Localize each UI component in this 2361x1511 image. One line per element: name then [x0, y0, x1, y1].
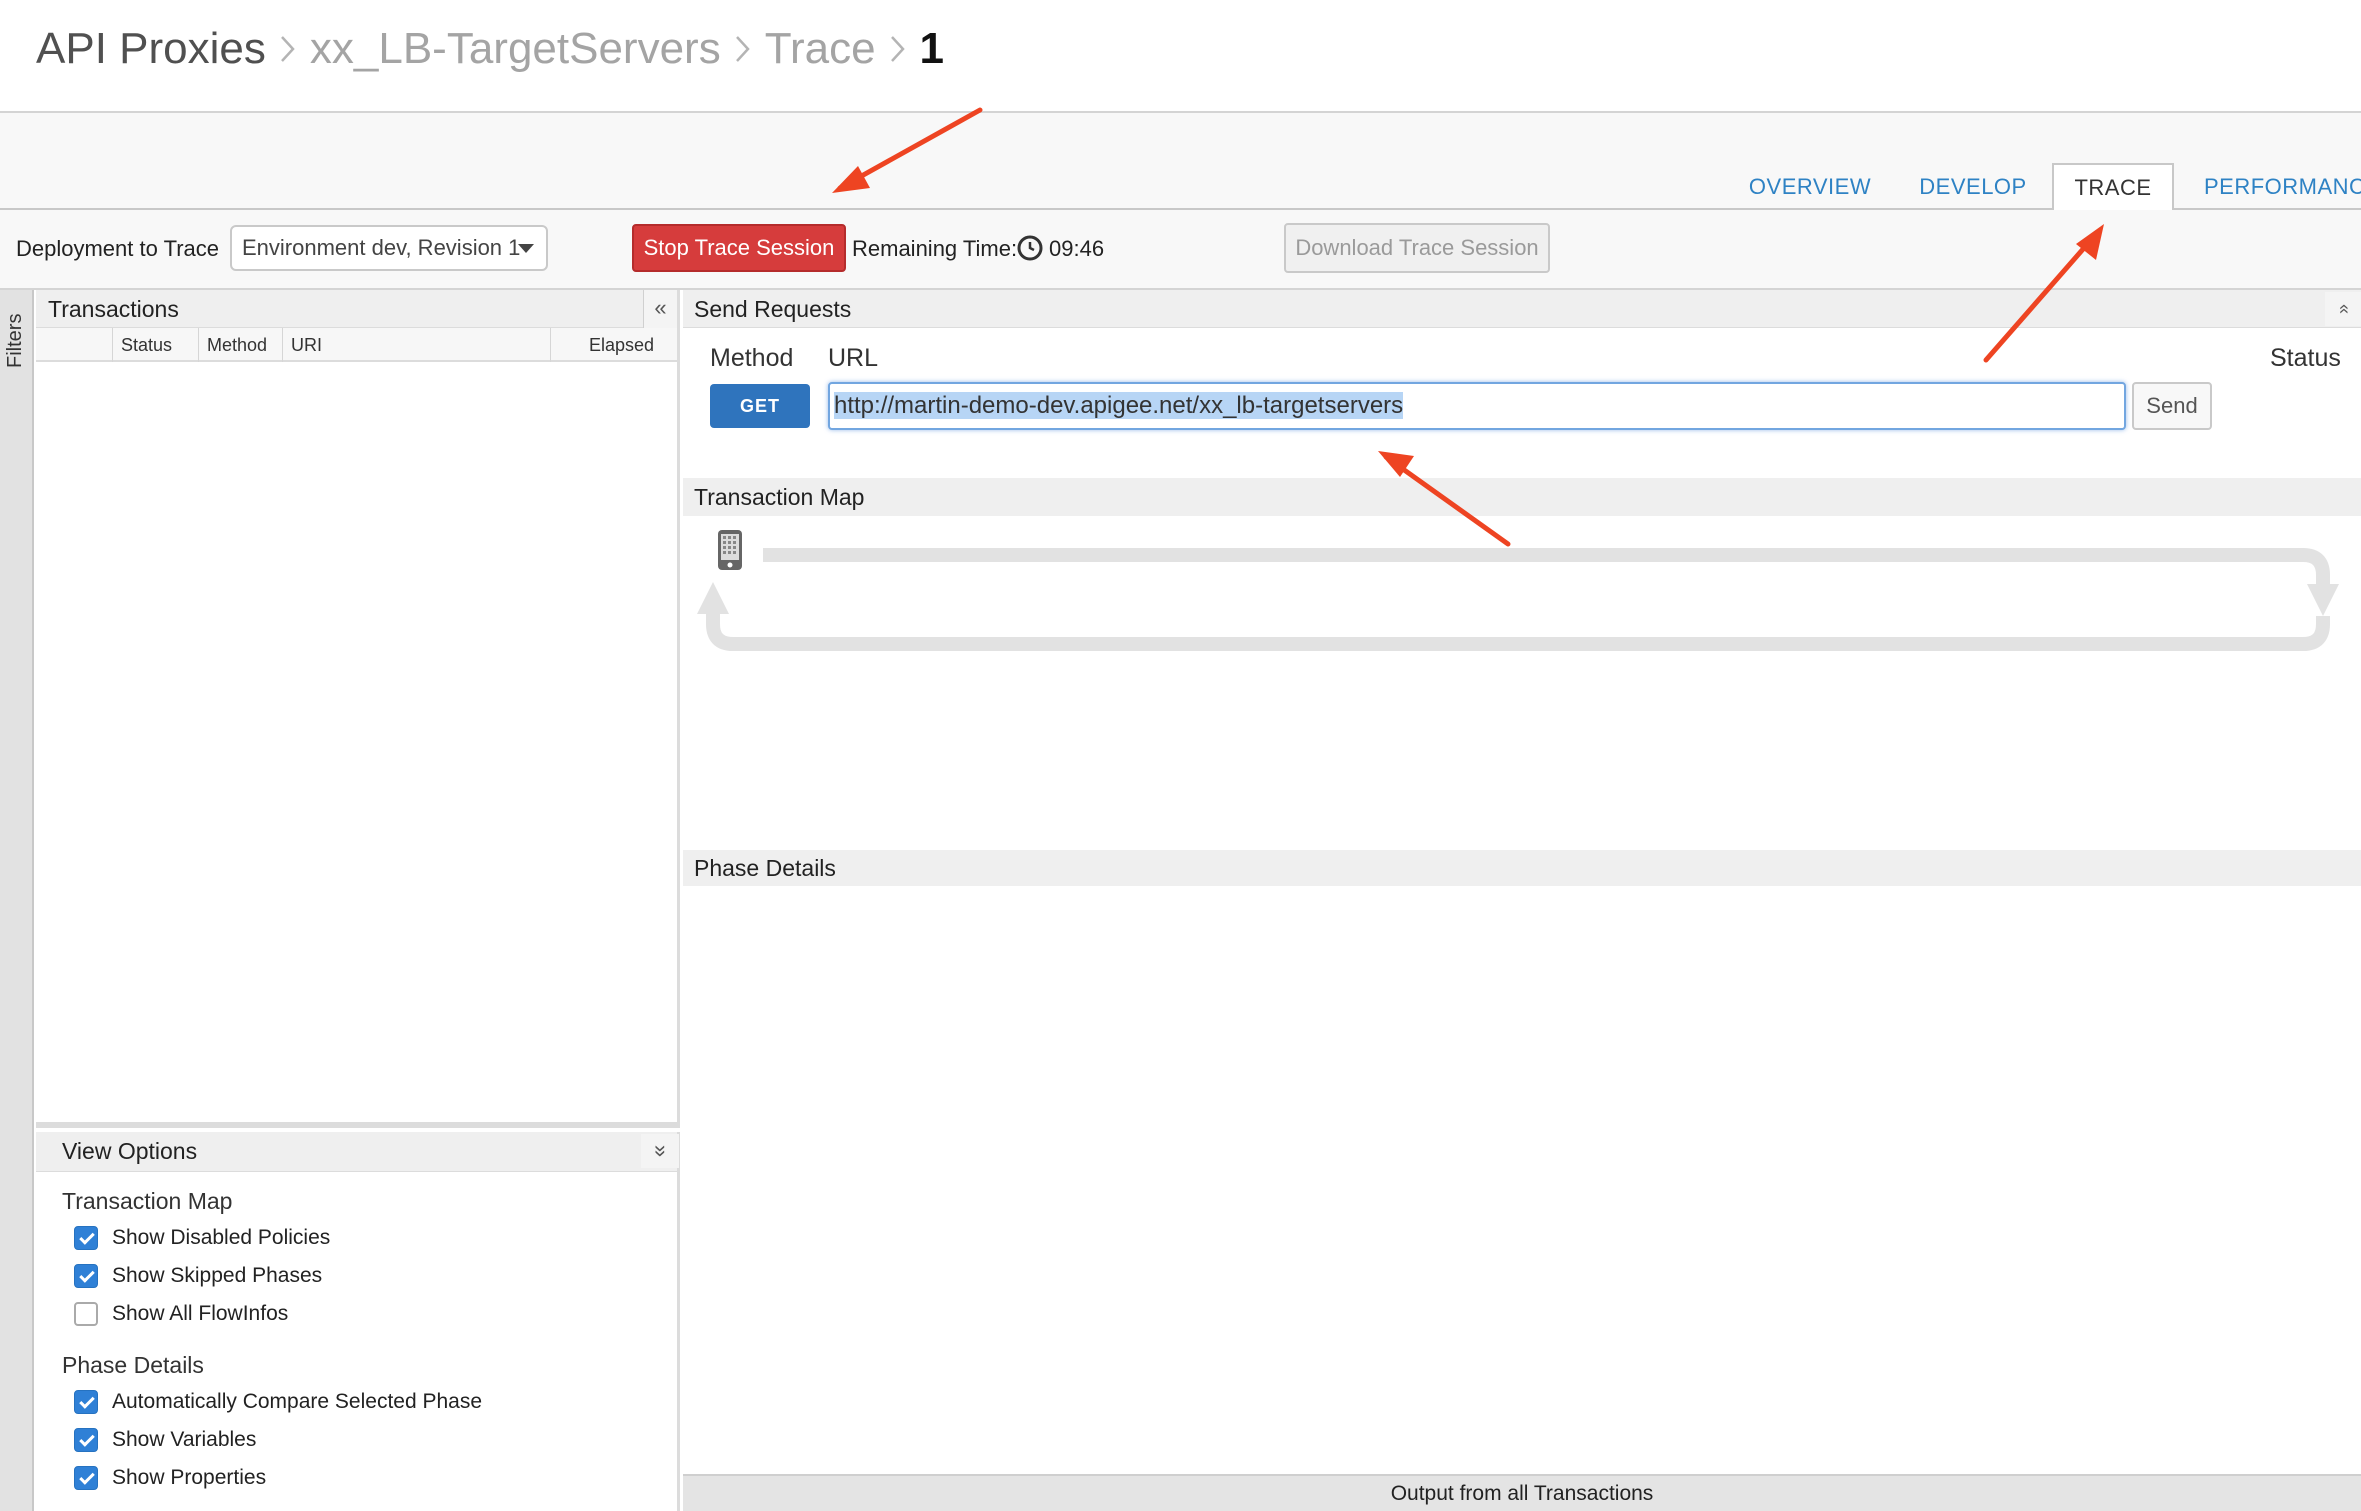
deployment-select-value: Environment dev, Revision 1 — [242, 235, 521, 260]
trace-toolbar: Deployment to Trace Environment dev, Rev… — [0, 210, 2361, 290]
checkbox-checked[interactable] — [74, 1264, 98, 1288]
remaining-time-label: Remaining Time: — [852, 236, 1018, 261]
option-show-skipped-phases[interactable]: Show Skipped Phases — [74, 1262, 322, 1290]
stop-trace-session-button[interactable]: Stop Trace Session — [632, 224, 846, 272]
transactions-header: Transactions « — [36, 290, 677, 328]
transactions-table-header: Status Method URI Elapsed — [36, 328, 677, 362]
chevron-right-icon — [721, 33, 765, 65]
url-label: URL — [828, 344, 879, 372]
send-requests-panel: Send Requests » Method URL Status GET ht… — [683, 290, 2361, 478]
output-bar[interactable]: Output from all Transactions — [683, 1474, 2361, 1511]
view-options-header: View Options » — [36, 1132, 679, 1172]
breadcrumb: API Proxies xx_LB-TargetServers Trace 1 — [36, 24, 944, 74]
tab-overview[interactable]: OVERVIEW — [1740, 164, 1880, 210]
download-trace-session-button[interactable]: Download Trace Session — [1284, 223, 1550, 273]
option-show-variables[interactable]: Show Variables — [74, 1426, 256, 1454]
view-options-section-phase-details: Phase Details — [62, 1352, 204, 1378]
tab-bar: OVERVIEW DEVELOP TRACE PERFORMANCE — [0, 113, 2361, 211]
view-options-section-transaction-map: Transaction Map — [62, 1188, 233, 1214]
deployment-select[interactable]: Environment dev, Revision 1 — [230, 225, 548, 271]
option-auto-compare-phase[interactable]: Automatically Compare Selected Phase — [74, 1388, 482, 1416]
transactions-panel: Transactions « Status Method URI Elapsed — [36, 290, 680, 1128]
url-input[interactable]: http://martin-demo-dev.apigee.net/xx_lb-… — [828, 382, 2126, 430]
mobile-device-icon — [718, 530, 742, 570]
method-get-button[interactable]: GET — [710, 384, 810, 428]
tab-trace[interactable]: TRACE — [2052, 163, 2174, 211]
column-status[interactable]: Status — [112, 328, 198, 362]
view-options-panel: View Options » Transaction Map Show Disa… — [36, 1132, 680, 1511]
collapse-left-icon[interactable]: « — [643, 290, 677, 328]
checkbox-unchecked[interactable] — [74, 1302, 98, 1326]
option-show-all-flowinfos[interactable]: Show All FlowInfos — [74, 1300, 288, 1328]
breadcrumb-api-proxies[interactable]: API Proxies — [36, 24, 266, 74]
option-label: Show Disabled Policies — [112, 1226, 331, 1249]
deployment-label: Deployment to Trace — [16, 236, 219, 261]
response-flow-line — [706, 612, 2330, 651]
arrow-down-icon — [2307, 584, 2339, 616]
filters-sidebar[interactable] — [0, 290, 34, 1511]
phase-details-title: Phase Details — [694, 855, 836, 881]
chevron-right-icon — [266, 33, 310, 65]
phase-details-header: Phase Details — [683, 850, 2361, 886]
checkbox-checked[interactable] — [74, 1390, 98, 1414]
column-elapsed[interactable]: Elapsed — [550, 328, 680, 362]
option-label: Show Variables — [112, 1428, 257, 1451]
option-show-disabled-policies[interactable]: Show Disabled Policies — [74, 1224, 330, 1252]
send-requests-title: Send Requests — [694, 296, 852, 322]
checkbox-checked[interactable] — [74, 1226, 98, 1250]
arrow-up-icon — [697, 582, 729, 614]
method-label: Method — [710, 344, 794, 372]
caret-down-icon — [518, 244, 534, 253]
remaining-time-value: 09:46 — [1049, 236, 1105, 261]
transaction-map-title: Transaction Map — [694, 484, 865, 510]
transaction-map-panel: Transaction Map — [683, 478, 2361, 850]
chevron-right-icon — [876, 33, 920, 65]
breadcrumb-revision: 1 — [919, 24, 945, 73]
collapse-down-icon[interactable]: » — [641, 1134, 679, 1168]
option-show-properties[interactable]: Show Properties — [74, 1464, 266, 1492]
option-label: Show Properties — [112, 1466, 267, 1489]
filters-label[interactable]: Filters — [4, 308, 30, 368]
view-options-title: View Options — [62, 1138, 198, 1164]
tab-performance[interactable]: PERFORMANCE — [2190, 164, 2361, 210]
tab-develop[interactable]: DEVELOP — [1908, 164, 2038, 210]
column-uri[interactable]: URI — [282, 328, 500, 362]
page-header: API Proxies xx_LB-TargetServers Trace 1 — [0, 0, 2361, 113]
request-flow-line — [763, 548, 2330, 588]
status-label: Status — [2270, 344, 2341, 372]
clock-icon — [1017, 235, 1043, 261]
collapse-up-icon[interactable]: » — [2325, 292, 2361, 326]
column-method[interactable]: Method — [198, 328, 282, 362]
phase-details-panel: Phase Details — [683, 850, 2361, 1474]
url-input-value: http://martin-demo-dev.apigee.net/xx_lb-… — [834, 392, 1404, 419]
breadcrumb-trace[interactable]: Trace — [765, 24, 876, 74]
option-label: Automatically Compare Selected Phase — [112, 1390, 483, 1413]
transaction-map-diagram — [697, 530, 2339, 651]
breadcrumb-proxy-name[interactable]: xx_LB-TargetServers — [310, 24, 721, 74]
option-label: Show All FlowInfos — [112, 1302, 289, 1325]
send-requests-header: Send Requests » — [683, 290, 2361, 328]
transactions-title: Transactions — [48, 296, 179, 322]
checkbox-checked[interactable] — [74, 1466, 98, 1490]
checkbox-checked[interactable] — [74, 1428, 98, 1452]
transaction-map-header: Transaction Map — [683, 478, 2361, 516]
send-button[interactable]: Send — [2132, 382, 2212, 430]
option-label: Show Skipped Phases — [112, 1264, 323, 1287]
